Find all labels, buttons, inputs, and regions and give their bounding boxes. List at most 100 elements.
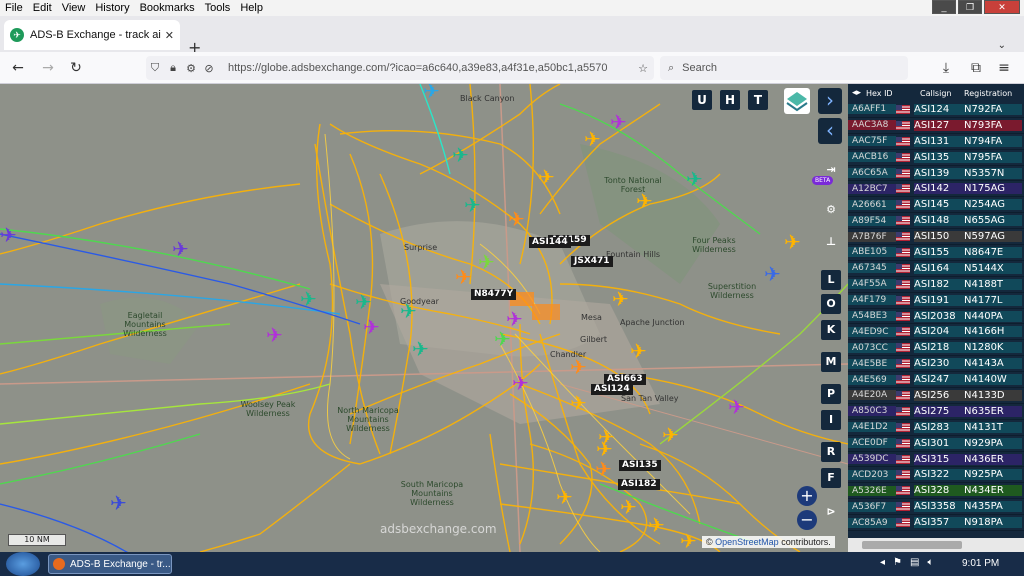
zoom-in-button[interactable]: + <box>797 486 817 506</box>
show-hidden-icons-icon[interactable]: ◂ <box>880 557 885 568</box>
network-icon[interactable]: ▤ <box>910 557 919 568</box>
aircraft-label[interactable]: ASI182 <box>618 479 660 490</box>
tracking-icon[interactable]: ⊘ <box>200 62 218 75</box>
toggle-m-button[interactable]: M <box>821 352 841 372</box>
table-row[interactable]: AAC75F ASI131 N794FA <box>848 134 1024 150</box>
toggle-i-button[interactable]: I <box>821 410 841 430</box>
table-row[interactable]: AC85A9 ASI357 N918PA <box>848 515 1024 532</box>
hierarchy-icon[interactable]: ⊥ <box>821 232 841 252</box>
settings-gear-icon[interactable]: ⚙ <box>821 200 841 220</box>
aircraft-icon[interactable]: ✈ <box>455 265 472 289</box>
collapse-panel-button[interactable]: ‹ <box>818 118 842 144</box>
toggle-t-button[interactable]: T <box>748 90 768 110</box>
forward-icon[interactable]: → <box>38 58 58 78</box>
table-row[interactable]: ABE105 ASI155 N8647E <box>848 245 1024 261</box>
url-text[interactable]: https://globe.adsbexchange.com/?icao=a6c… <box>228 62 608 74</box>
aircraft-icon[interactable]: ✈ <box>363 315 380 339</box>
table-row[interactable]: A4F55A ASI182 N4188T <box>848 277 1024 293</box>
table-row[interactable]: A6C65A ASI139 N5357N <box>848 166 1024 182</box>
aircraft-icon[interactable]: ✈ <box>612 287 629 311</box>
scroll-thumb[interactable] <box>862 541 962 549</box>
flag-icon[interactable]: ⚑ <box>893 557 902 568</box>
aircraft-label[interactable]: JSX471 <box>571 256 613 267</box>
toggle-r-button[interactable]: R <box>821 442 841 462</box>
aircraft-icon[interactable]: ✈ <box>620 495 637 519</box>
aircraft-icon[interactable]: ✈ <box>512 371 529 395</box>
toggle-h-button[interactable]: H <box>720 90 740 110</box>
table-row[interactable]: A54BE3 ASI2038 N440PA <box>848 309 1024 325</box>
table-row[interactable]: A4E569 ASI247 N4140W <box>848 372 1024 389</box>
table-row[interactable]: AACB16 ASI135 N795FA <box>848 150 1024 166</box>
aircraft-icon[interactable]: ✈ <box>478 250 495 274</box>
aircraft-icon[interactable]: ✈ <box>423 84 440 103</box>
clock[interactable]: 9:01 PM <box>962 558 999 569</box>
table-row[interactable]: A539DC ASI315 N436ER <box>848 452 1024 468</box>
aircraft-icon[interactable]: ✈ <box>464 193 481 217</box>
aircraft-label[interactable]: ASI124 <box>591 384 633 395</box>
aircraft-icon[interactable]: ✈ <box>110 491 127 515</box>
aircraft-icon[interactable]: ✈ <box>662 423 679 447</box>
search-input[interactable]: ⌕ Search <box>660 56 908 80</box>
flight-map[interactable]: ✈ ✈ ✈ ✈ ✈ ✈ ✈ ✈ ✈ ✈ ✈ ✈ ✈ ✈ ✈ ✈ ✈ ✈ ✈ ✈ … <box>0 84 848 552</box>
panel-horizontal-scrollbar[interactable] <box>848 538 1024 552</box>
aircraft-icon[interactable]: ✈ <box>508 207 525 231</box>
header-callsign[interactable]: Callsign <box>900 89 964 98</box>
menu-help[interactable]: Help <box>235 2 268 14</box>
shield-icon[interactable]: ⛉ <box>146 61 164 75</box>
toggle-k-button[interactable]: K <box>821 320 841 340</box>
toggle-u-button[interactable]: U <box>692 90 712 110</box>
aircraft-icon[interactable]: ✈ <box>570 391 587 415</box>
zoom-out-button[interactable]: − <box>797 510 817 530</box>
table-row[interactable]: A536F7 ASI3358 N435PA <box>848 499 1024 516</box>
table-row[interactable]: A073CC ASI218 N1280K <box>848 340 1024 357</box>
aircraft-label[interactable]: N8477Y <box>471 289 517 300</box>
aircraft-icon[interactable]: ✈ <box>595 457 612 481</box>
start-button[interactable] <box>6 552 40 576</box>
url-bar[interactable]: ⛉ 🔒︎ ⚙ ⊘ https://globe.adsbexchange.com/… <box>146 56 654 80</box>
osm-link[interactable]: OpenStreetMap <box>715 537 779 547</box>
aircraft-icon[interactable]: ✈ <box>680 529 697 552</box>
app-menu-icon[interactable]: ≡ <box>994 58 1014 78</box>
table-row[interactable]: A4E1D2 ASI283 N4131T <box>848 420 1024 436</box>
table-row[interactable]: A4E20A ASI256 N4133D <box>848 388 1024 404</box>
aircraft-icon[interactable]: ✈ <box>648 513 665 537</box>
toggle-p-button[interactable]: P <box>821 384 841 404</box>
table-row[interactable]: A12BC7 ASI142 N175AG <box>848 181 1024 198</box>
menu-file[interactable]: File <box>0 2 28 14</box>
menu-tools[interactable]: Tools <box>200 2 236 14</box>
panel-toggle-icon[interactable]: ◂▸ <box>852 88 868 102</box>
aircraft-icon[interactable]: ✈ <box>266 323 283 347</box>
table-row[interactable]: A26661 ASI145 N254AG <box>848 197 1024 214</box>
close-window-button[interactable]: ✕ <box>984 0 1020 14</box>
table-row[interactable]: A7B76F ASI150 N597AG <box>848 229 1024 246</box>
back-icon[interactable]: ← <box>8 58 28 78</box>
aircraft-icon[interactable]: ✈ <box>355 290 372 314</box>
volume-icon[interactable]: 🔈︎ <box>927 557 933 568</box>
aircraft-label[interactable]: ASI135 <box>619 460 661 471</box>
menu-edit[interactable]: Edit <box>28 2 57 14</box>
aircraft-icon[interactable]: ✈ <box>172 237 189 261</box>
table-row[interactable]: ACD203 ASI322 N925PA <box>848 467 1024 484</box>
aircraft-icon[interactable]: ✈ <box>452 143 469 167</box>
aircraft-icon[interactable]: ✈ <box>764 262 781 286</box>
aircraft-icon[interactable]: ✈ <box>630 339 647 363</box>
aircraft-icon[interactable]: ✈ <box>784 230 801 254</box>
aircraft-icon[interactable]: ✈ <box>584 127 601 151</box>
aircraft-icon[interactable]: ✈ <box>610 110 627 134</box>
table-row[interactable]: AAC3A8 ASI127 N793FA <box>848 118 1024 134</box>
minimize-button[interactable]: _ <box>932 0 956 14</box>
reload-icon[interactable]: ↻ <box>66 58 86 78</box>
expand-panel-button[interactable]: › <box>818 88 842 114</box>
lock-icon[interactable]: 🔒︎ <box>164 61 182 75</box>
table-row[interactable]: A5326E ASI328 N434ER <box>848 483 1024 500</box>
bookmark-star-icon[interactable]: ☆ <box>638 62 648 75</box>
header-registration[interactable]: Registration <box>964 89 1024 98</box>
table-row[interactable]: A6AFF1 ASI124 N792FA <box>848 102 1024 118</box>
tab-adsb[interactable]: ✈ ADS-B Exchange - track aircraft ✕ <box>4 20 180 50</box>
aircraft-icon[interactable]: ✈ <box>300 287 317 311</box>
menu-view[interactable]: View <box>57 2 91 14</box>
downloads-icon[interactable]: ⤓ <box>936 58 956 78</box>
permissions-icon[interactable]: ⚙ <box>182 62 200 75</box>
extensions-icon[interactable]: ⧉ <box>966 58 986 78</box>
aircraft-icon[interactable]: ✈ <box>494 327 511 351</box>
